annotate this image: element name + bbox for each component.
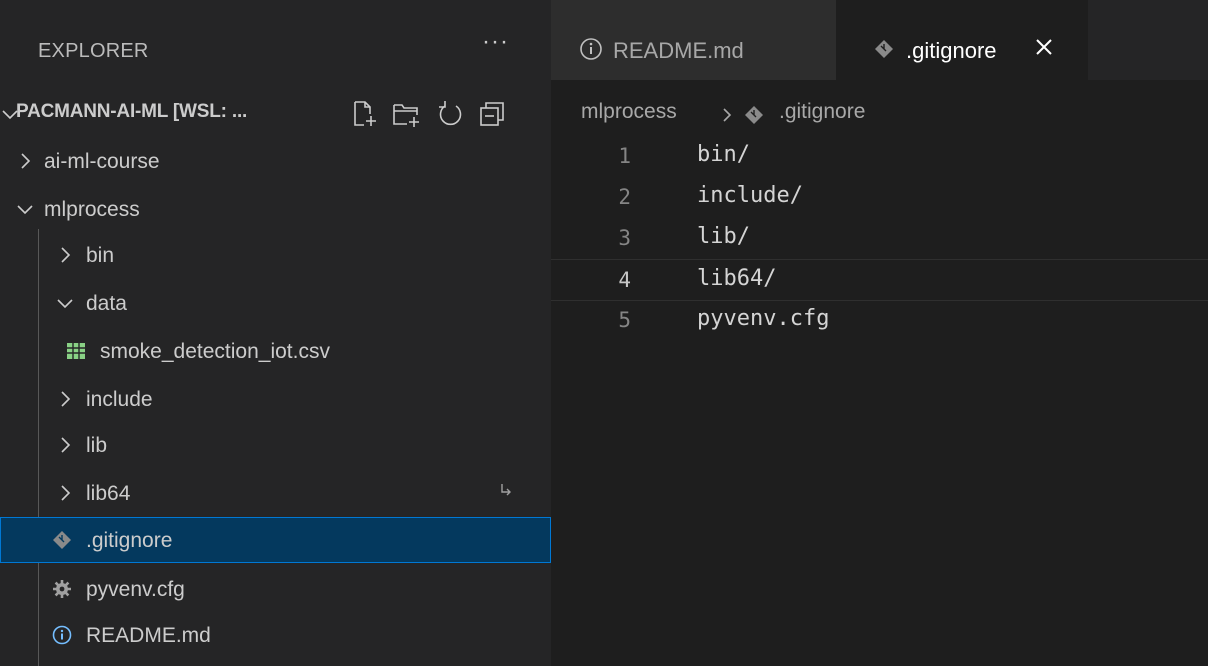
info-icon — [580, 38, 602, 60]
tree-item-smoke-detection-csv[interactable]: smoke_detection_iot.csv — [0, 328, 551, 374]
info-icon — [52, 625, 72, 645]
line-number: 2 — [618, 185, 631, 209]
code-editor[interactable]: 1 bin/ 2 include/ 3 lib/ 4 lib64/ 5 pyve… — [551, 136, 1208, 666]
symlink-icon — [501, 484, 511, 496]
tree-item-label: lib — [86, 434, 108, 457]
line-number: 5 — [618, 308, 631, 332]
workspace-name: PACMANN-AI-ML [WSL: ... — [16, 101, 248, 122]
tree-item-label: include — [86, 388, 153, 411]
collapse-all-button[interactable] — [476, 98, 508, 130]
line-text: include/ — [697, 183, 803, 208]
chevron-right-icon — [61, 437, 71, 453]
explorer-title: EXPLORER — [38, 40, 149, 62]
line-text: pyvenv.cfg — [697, 306, 830, 331]
workspace-section-header[interactable]: PACMANN-AI-ML [WSL: ... — [0, 92, 551, 136]
chevron-right-icon — [61, 391, 71, 407]
new-file-button[interactable] — [348, 98, 380, 130]
tab-label: README.md — [613, 38, 744, 63]
line-text: lib64/ — [697, 266, 777, 291]
tree-item-label: .gitignore — [86, 529, 173, 552]
tree-item-bin[interactable]: bin — [0, 232, 551, 278]
tree-item-label: bin — [86, 244, 115, 267]
chevron-right-icon — [61, 247, 71, 263]
tree-item-label: data — [86, 292, 127, 315]
more-actions-button[interactable]: ··· — [482, 28, 509, 56]
refresh-button[interactable] — [434, 98, 466, 130]
editor-tab-bar: README.md .gitignore — [551, 0, 1208, 80]
collapse-all-icon — [480, 102, 504, 126]
new-folder-button[interactable] — [390, 98, 422, 130]
gear-icon — [53, 580, 71, 598]
tree-item-lib64[interactable]: lib64 — [0, 470, 551, 516]
tree-item-label: mlprocess — [44, 198, 140, 221]
code-line-current: 4 lib64/ — [551, 259, 1208, 301]
tree-item-label: pyvenv.cfg — [86, 578, 185, 601]
git-icon — [745, 106, 763, 124]
code-line: 5 pyvenv.cfg — [551, 300, 1208, 342]
table-icon — [67, 343, 85, 359]
chevron-right-icon — [61, 485, 71, 501]
code-line: 3 lib/ — [551, 218, 1208, 260]
code-line: 1 bin/ — [551, 136, 1208, 178]
line-number: 1 — [618, 144, 631, 168]
tree-item-gitignore[interactable]: .gitignore — [0, 517, 551, 563]
breadcrumb-file[interactable]: .gitignore — [779, 100, 865, 124]
chevron-right-icon — [21, 153, 31, 169]
tree-item-data[interactable]: data — [0, 280, 551, 326]
breadcrumb: mlprocess .gitignore — [551, 92, 1208, 136]
tree-item-label: lib64 — [86, 482, 131, 505]
tree-item-label: smoke_detection_iot.csv — [100, 340, 330, 363]
tree-item-pyvenv-cfg[interactable]: pyvenv.cfg — [0, 566, 551, 612]
tree-item-readme[interactable]: README.md — [0, 612, 551, 658]
tab-label: .gitignore — [906, 38, 997, 63]
line-number: 3 — [618, 226, 631, 250]
tab-readme[interactable]: README.md — [551, 0, 836, 80]
tree-item-include[interactable]: include — [0, 376, 551, 422]
chevron-right-icon — [723, 108, 732, 122]
new-file-icon — [354, 101, 376, 126]
line-text: lib/ — [697, 224, 750, 249]
refresh-icon — [439, 101, 462, 126]
breadcrumb-folder[interactable]: mlprocess — [581, 100, 677, 124]
chevron-down-icon — [17, 205, 33, 215]
git-icon — [53, 531, 71, 549]
tree-item-ai-ml-course[interactable]: ai-ml-course — [0, 138, 551, 184]
code-line: 2 include/ — [551, 177, 1208, 219]
tree-item-lib[interactable]: lib — [0, 422, 551, 468]
chevron-down-icon — [57, 299, 73, 309]
close-icon[interactable] — [1030, 33, 1058, 61]
line-number: 4 — [618, 268, 631, 292]
tab-gitignore[interactable]: .gitignore — [836, 0, 1088, 80]
new-folder-icon — [393, 104, 419, 127]
explorer-sidebar: EXPLORER ··· PACMANN-AI-ML [WSL: ... ai-… — [0, 0, 551, 666]
line-text: bin/ — [697, 142, 750, 167]
tree-item-label: ai-ml-course — [44, 150, 160, 173]
git-icon — [875, 40, 893, 58]
tree-item-label: README.md — [86, 624, 211, 647]
tree-item-mlprocess[interactable]: mlprocess — [0, 186, 551, 232]
explorer-header: EXPLORER ··· — [0, 0, 551, 70]
